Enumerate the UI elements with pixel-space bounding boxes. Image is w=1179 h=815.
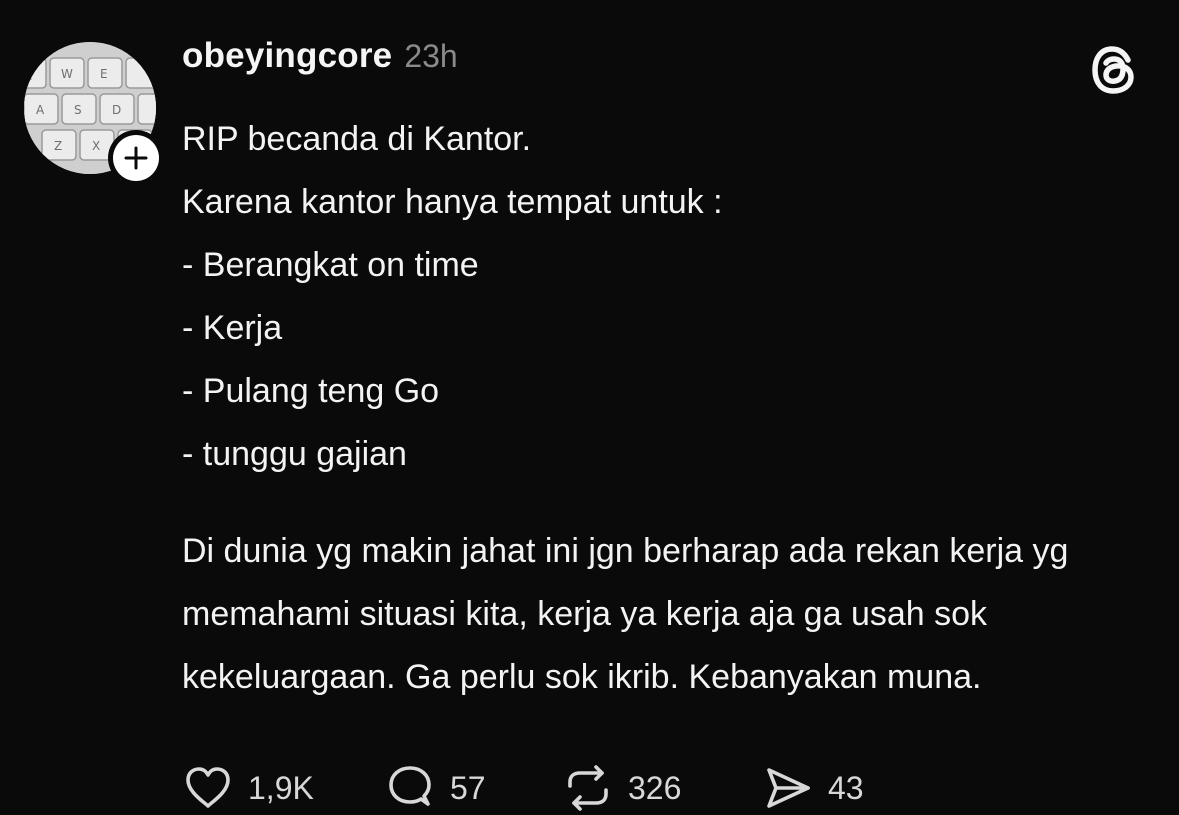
post-header: obeyingcore 23h	[182, 36, 458, 76]
repost-count: 326	[628, 769, 682, 806]
action-bar: 1,9K 57 326 43	[182, 756, 882, 815]
post-paragraph: Di dunia yg makin jahat ini jgn berharap…	[182, 532, 1069, 696]
key-label: A	[36, 103, 45, 117]
repost-button[interactable]: 326	[562, 762, 762, 814]
post-line: - Pulang teng Go	[182, 372, 440, 410]
post-line: - Berangkat on time	[182, 246, 479, 284]
like-button[interactable]: 1,9K	[182, 762, 384, 814]
username[interactable]: obeyingcore	[182, 36, 392, 76]
timestamp: 23h	[404, 38, 458, 74]
key-label: S	[74, 103, 82, 117]
key-label: E	[100, 67, 108, 81]
heart-icon	[186, 767, 230, 808]
key-label: Q	[24, 67, 33, 81]
post-line: RIP becanda di Kantor.	[182, 120, 532, 158]
key-label: X	[92, 139, 100, 153]
post-line: - tunggu gajian	[182, 435, 407, 473]
threads-logo-icon[interactable]	[1088, 44, 1140, 96]
repost-arrows-icon	[568, 765, 608, 811]
send-paper-plane-icon	[767, 768, 810, 808]
share-count: 43	[828, 769, 864, 806]
key-label: D	[112, 103, 121, 117]
comment-bubble-icon	[389, 766, 431, 806]
follow-button[interactable]	[108, 130, 164, 186]
post-text: RIP becanda di Kantor. Karena kantor han…	[182, 108, 1142, 709]
key-label: Z	[54, 139, 62, 153]
key-label: W	[61, 67, 73, 81]
post-line: Karena kantor hanya tempat untuk :	[182, 183, 723, 221]
plus-icon	[124, 146, 148, 170]
reply-button[interactable]: 57	[384, 762, 562, 814]
post-line: - Kerja	[182, 309, 283, 347]
like-count: 1,9K	[248, 769, 314, 806]
share-button[interactable]: 43	[762, 762, 882, 814]
reply-count: 57	[450, 769, 486, 806]
